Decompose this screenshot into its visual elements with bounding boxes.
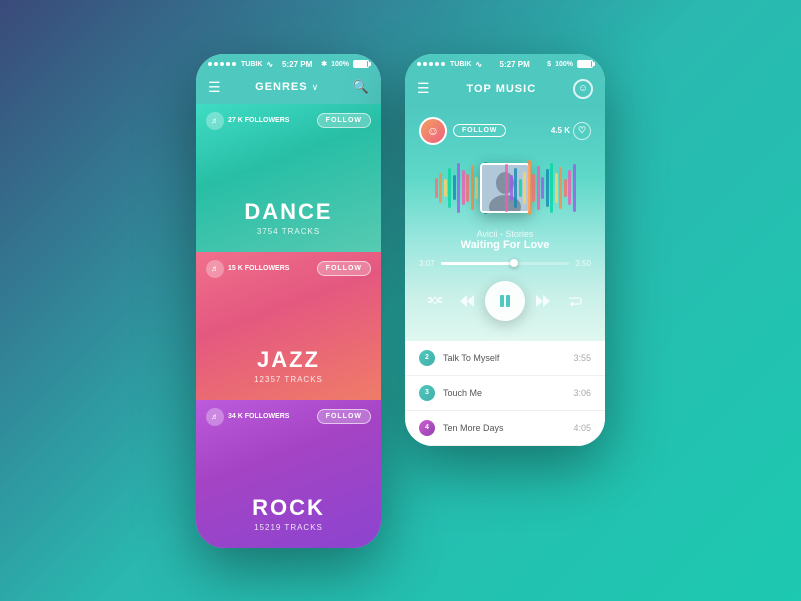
progress-fill	[441, 262, 518, 265]
likes-count: 4.5 K ♡	[551, 122, 591, 140]
card-top-jazz: ♬ 15 K FOLLOWERS FOLLOW	[196, 260, 381, 278]
carrier-right: TUBIK	[450, 61, 471, 68]
genre-card-jazz[interactable]: ♬ 15 K FOLLOWERS FOLLOW JAZZ 12357 TRACK…	[196, 252, 381, 400]
genre-name-jazz: JAZZ	[257, 347, 320, 373]
phones-container: TUBIK ∿ 5:27 PM ✱ 100% ☰ GENRES ∨ 🔍	[196, 54, 605, 548]
genre-tracks-rock: 15219 TRACKS	[254, 523, 323, 532]
time-right: 5:27 PM	[500, 60, 530, 69]
pause-button[interactable]	[485, 281, 525, 321]
playlist-name-3: Ten More Days	[443, 423, 573, 433]
playlist-num-1: 2	[419, 350, 435, 366]
page-title-left: GENRES	[255, 81, 307, 93]
artist-row: ☺ FOLLOW 4.5 K ♡	[419, 117, 591, 145]
next-button[interactable]	[529, 287, 557, 315]
repeat-button[interactable]	[561, 287, 589, 315]
battery-icon-right: $	[547, 61, 551, 68]
playlist-num-2: 3	[419, 385, 435, 401]
genre-name-rock: ROCK	[252, 495, 325, 521]
menu-icon-right[interactable]: ☰	[417, 80, 430, 97]
page-title-right: TOP MUSIC	[466, 83, 536, 95]
waveform-container	[419, 153, 591, 223]
track-info: Avicii - Stories Waiting For Love	[419, 229, 591, 251]
playlist-item-3[interactable]: 4 Ten More Days 4:05	[405, 411, 605, 446]
genre-name-dance: DANCE	[244, 199, 332, 225]
genre-tracks-jazz: 12357 TRACKS	[254, 375, 323, 384]
track-artist: Avicii - Stories	[419, 229, 591, 239]
playlist-duration-3: 4:05	[573, 423, 591, 433]
status-bar-left: TUBIK ∿ 5:27 PM ✱ 100%	[196, 54, 381, 73]
followers-icon-rock: ♬	[206, 408, 224, 426]
battery-right	[577, 60, 593, 68]
signal-left: TUBIK ∿	[208, 60, 273, 69]
genre-card-dance[interactable]: ♬ 27 K FOLLOWERS FOLLOW DANCE 3754 TRACK…	[196, 104, 381, 252]
playlist-num-3: 4	[419, 420, 435, 436]
user-icon-right[interactable]: ☺	[573, 79, 593, 99]
artist-follow-button[interactable]: FOLLOW	[453, 124, 506, 137]
progress-bar[interactable]	[441, 262, 570, 265]
prev-button[interactable]	[453, 287, 481, 315]
playlist: 2 Talk To Myself 3:55 3 Touch Me 3:06 4 …	[405, 341, 605, 446]
progress-current: 3:07	[419, 259, 435, 268]
followers-icon-dance: ♬	[206, 112, 224, 130]
follow-button-jazz[interactable]: FOLLOW	[317, 261, 371, 276]
followers-dance: ♬ 27 K FOLLOWERS	[206, 112, 289, 130]
followers-jazz: ♬ 15 K FOLLOWERS	[206, 260, 289, 278]
signal-right: TUBIK ∿	[417, 60, 482, 69]
shuffle-button[interactable]	[421, 287, 449, 315]
phone-left: TUBIK ∿ 5:27 PM ✱ 100% ☰ GENRES ∨ 🔍	[196, 54, 381, 548]
nav-bar-right: ☰ TOP MUSIC ☺	[405, 73, 605, 107]
followers-icon-jazz: ♬	[206, 260, 224, 278]
heart-icon[interactable]: ♡	[573, 122, 591, 140]
card-top-rock: ♬ 34 K FOLLOWERS FOLLOW	[196, 408, 381, 426]
track-name: Waiting For Love	[419, 239, 591, 251]
nav-bar-left: ☰ GENRES ∨ 🔍	[196, 73, 381, 104]
right-icons-right: $ 100%	[547, 60, 593, 68]
playlist-duration-1: 3:55	[573, 353, 591, 363]
follow-button-dance[interactable]: FOLLOW	[317, 113, 371, 128]
genre-tracks-dance: 3754 TRACKS	[257, 227, 320, 236]
follow-button-rock[interactable]: FOLLOW	[317, 409, 371, 424]
bluetooth-icon-left: ✱	[321, 60, 327, 68]
carrier-left: TUBIK	[241, 61, 262, 68]
battery-pct-right: 100%	[555, 61, 573, 68]
chevron-down-icon-left: ∨	[312, 82, 319, 93]
card-top-dance: ♬ 27 K FOLLOWERS FOLLOW	[196, 112, 381, 130]
playlist-name-2: Touch Me	[443, 388, 573, 398]
player-area: ☺ FOLLOW 4.5 K ♡	[405, 107, 605, 341]
progress-dot	[510, 259, 518, 267]
right-icons-left: ✱ 100%	[321, 60, 369, 68]
artist-avatar: ☺	[419, 117, 447, 145]
wifi-icon-right: ∿	[475, 60, 482, 69]
playlist-duration-2: 3:06	[573, 388, 591, 398]
menu-icon-left[interactable]: ☰	[208, 79, 221, 96]
wifi-icon-left: ∿	[266, 60, 273, 69]
followers-rock: ♬ 34 K FOLLOWERS	[206, 408, 289, 426]
status-bar-right: TUBIK ∿ 5:27 PM $ 100%	[405, 54, 605, 73]
progress-row: 3:07 3:50	[419, 259, 591, 268]
genre-card-rock[interactable]: ♬ 34 K FOLLOWERS FOLLOW ROCK 15219 TRACK…	[196, 400, 381, 548]
playlist-name-1: Talk To Myself	[443, 353, 573, 363]
progress-total: 3:50	[575, 259, 591, 268]
playlist-item-1[interactable]: 2 Talk To Myself 3:55	[405, 341, 605, 376]
battery-left	[353, 60, 369, 68]
controls-row	[419, 271, 591, 327]
phone-right: TUBIK ∿ 5:27 PM $ 100% ☰ TOP MUSIC ☺ ☺	[405, 54, 605, 446]
search-icon-left[interactable]: 🔍	[353, 79, 369, 95]
playlist-item-2[interactable]: 3 Touch Me 3:06	[405, 376, 605, 411]
battery-pct-left: 100%	[331, 61, 349, 68]
time-left: 5:27 PM	[282, 60, 312, 69]
